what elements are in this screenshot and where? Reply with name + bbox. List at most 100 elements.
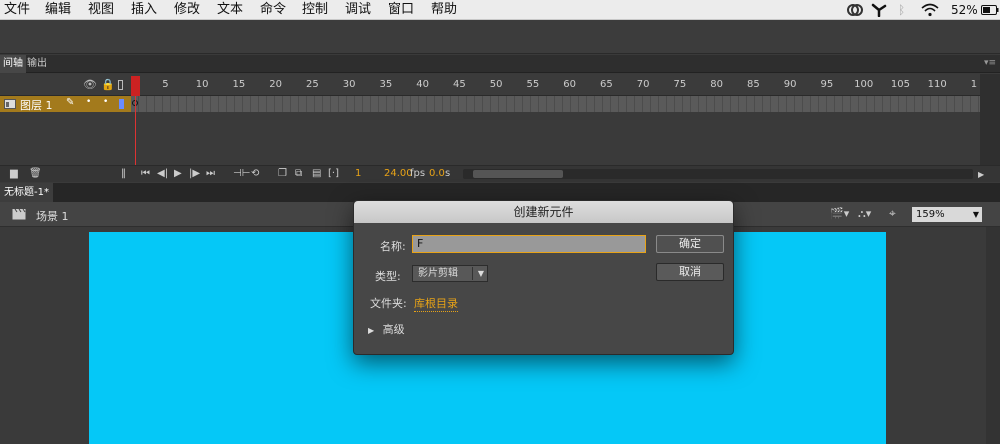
current-frame[interactable]: 1 — [355, 168, 361, 179]
ruler-tick-label: 85 — [747, 79, 760, 90]
playhead[interactable] — [131, 76, 140, 96]
menu-text[interactable]: 文本 — [217, 2, 243, 18]
clapperboard-icon — [12, 208, 26, 220]
ruler-tick-label: 45 — [453, 79, 466, 90]
symbol-type-value: 影片剪辑 — [418, 268, 458, 279]
advanced-label: 高级 — [382, 323, 405, 336]
trash-icon[interactable]: 🗑 — [29, 168, 42, 179]
center-frame-icon[interactable]: ⊣⊢ — [233, 168, 250, 179]
loop-icon[interactable]: ⟲ — [251, 168, 259, 179]
toolbar-strip — [0, 20, 1000, 54]
document-tab[interactable]: 无标题-1* — [0, 183, 53, 202]
fps-value[interactable]: 24.00 — [384, 168, 413, 179]
cancel-button[interactable]: 取消 — [656, 263, 724, 281]
ruler-tick-label: 15 — [232, 79, 246, 90]
ok-button[interactable]: 确定 — [656, 235, 724, 253]
split-handle-icon[interactable]: ‖ — [121, 168, 126, 179]
menu-modify[interactable]: 修改 — [174, 2, 200, 18]
tab-output[interactable]: 输出 — [24, 55, 50, 73]
stage-vertical-scrollbar[interactable] — [986, 227, 1000, 444]
menu-window[interactable]: 窗口 — [388, 2, 414, 18]
step-back-icon[interactable]: ◀| — [157, 168, 168, 179]
create-new-symbol-dialog: 创建新元件 名称: F 类型: 影片剪辑 ▼ 文件夹: 库根目录 ▶ 高级 确定… — [353, 200, 734, 355]
advanced-toggle[interactable]: ▶ 高级 — [368, 321, 405, 337]
menu-view[interactable]: 视图 — [88, 2, 114, 18]
ruler-tick-label: 40 — [416, 79, 430, 90]
select-divider — [472, 267, 473, 280]
menu-edit[interactable]: 编辑 — [45, 2, 71, 18]
step-forward-icon[interactable]: |▶ — [189, 168, 200, 179]
battery-icon[interactable] — [981, 5, 999, 15]
zoom-select[interactable]: 159% ▼ — [912, 207, 982, 222]
go-to-last-frame-icon[interactable]: ⏭ — [206, 168, 215, 179]
ruler-tick-label: 80 — [710, 79, 724, 90]
menu-insert[interactable]: 插入 — [131, 2, 157, 18]
ruler-tick-label: 100 — [854, 79, 874, 90]
scroll-right-arrow-icon[interactable]: ▶ — [978, 170, 984, 179]
frames-empty-area — [131, 112, 980, 162]
battery-percent: 52% — [951, 3, 978, 17]
scene-name: 场景 1 — [36, 210, 69, 223]
ruler-tick-label: 25 — [306, 79, 319, 90]
edit-symbols-icon[interactable]: ⛬▾ — [858, 207, 871, 221]
elapsed-time[interactable]: 0.0 — [429, 168, 445, 179]
ruler-tick-label: 90 — [783, 79, 797, 90]
ruler-tick-label: 50 — [489, 79, 503, 90]
timeline-horizontal-scrollbar[interactable] — [463, 169, 973, 179]
time-unit: s — [445, 168, 451, 179]
pencil-icon: ✎ — [66, 97, 75, 108]
frame-cells[interactable] — [131, 96, 980, 112]
onion-outline-icon[interactable]: ⧉ — [295, 168, 302, 179]
ruler-tick-label: 75 — [673, 79, 687, 90]
modify-markers-icon[interactable]: [·] — [328, 168, 339, 179]
chevron-down-icon: ▼ — [972, 210, 979, 219]
fps-unit: fps — [410, 168, 426, 179]
menu-debug[interactable]: 调试 — [345, 2, 371, 18]
center-stage-icon[interactable]: ⌖ — [889, 206, 896, 221]
new-layer-icon[interactable]: ▆ — [10, 168, 18, 179]
go-to-first-frame-icon[interactable]: ⏮ — [141, 168, 150, 179]
layer-name[interactable]: 图层 1 — [20, 97, 53, 113]
symbol-name-input[interactable]: F — [412, 235, 646, 253]
timeline-vertical-scrollbar[interactable] — [980, 74, 1000, 166]
name-label: 名称: — [380, 240, 406, 253]
ruler-tick-label: 55 — [526, 79, 540, 90]
ruler-tick-label: 35 — [379, 79, 393, 90]
menu-file[interactable]: 文件 — [4, 2, 30, 18]
edit-multiple-frames-icon[interactable]: ▤ — [312, 168, 321, 179]
eye-icon[interactable]: 👁 — [83, 78, 97, 91]
outline-icon[interactable] — [118, 80, 123, 90]
ruler-tick-label: 1 — [970, 79, 978, 90]
visibility-dot[interactable]: • — [86, 97, 91, 107]
dialog-title: 创建新元件 — [354, 201, 733, 223]
bluetooth-icon[interactable]: ᛒ — [898, 2, 905, 18]
symbol-type-select[interactable]: 影片剪辑 ▼ — [412, 265, 488, 282]
fan-status-icon[interactable] — [871, 3, 887, 17]
folder-link[interactable]: 库根目录 — [414, 295, 458, 312]
ruler-tick-label: 70 — [636, 79, 650, 90]
wifi-icon[interactable] — [921, 3, 939, 17]
menu-commands[interactable]: 命令 — [260, 2, 286, 18]
ruler-tick-label: 10 — [195, 79, 209, 90]
edit-scene-icon[interactable]: 🎬▾ — [830, 207, 849, 220]
ruler-tick-label: 5 — [162, 79, 169, 90]
onion-skin-icon[interactable]: ❐ — [278, 168, 287, 179]
layer-row[interactable]: 图层 1 ✎ • • — [0, 96, 980, 112]
menu-control[interactable]: 控制 — [302, 2, 328, 18]
scrollbar-thumb[interactable] — [473, 170, 563, 178]
ruler-tick-label: 110 — [927, 79, 947, 90]
panel-menu-icon[interactable]: ▾≡ — [984, 58, 996, 68]
lock-icon[interactable]: 🔒 — [101, 78, 115, 91]
frame-ruler[interactable]: 1510152025303540455055606570758085909510… — [131, 74, 980, 96]
layer-header-cell[interactable]: 图层 1 ✎ • • — [0, 96, 131, 112]
menu-help[interactable]: 帮助 — [431, 2, 457, 18]
layer-color-swatch[interactable] — [119, 99, 124, 109]
tab-timeline[interactable]: 间轴 — [0, 55, 26, 73]
ruler-tick-label: 105 — [890, 79, 910, 90]
lock-dot[interactable]: • — [103, 97, 108, 107]
type-label: 类型: — [375, 270, 401, 283]
flash-app-window: 文件 编辑 视图 插入 修改 文本 命令 控制 调试 窗口 帮助 ᛒ 52% 间… — [0, 0, 1000, 444]
layer-icon — [4, 99, 16, 109]
creative-cloud-icon[interactable] — [846, 3, 864, 17]
play-icon[interactable]: ▶ — [174, 168, 182, 179]
